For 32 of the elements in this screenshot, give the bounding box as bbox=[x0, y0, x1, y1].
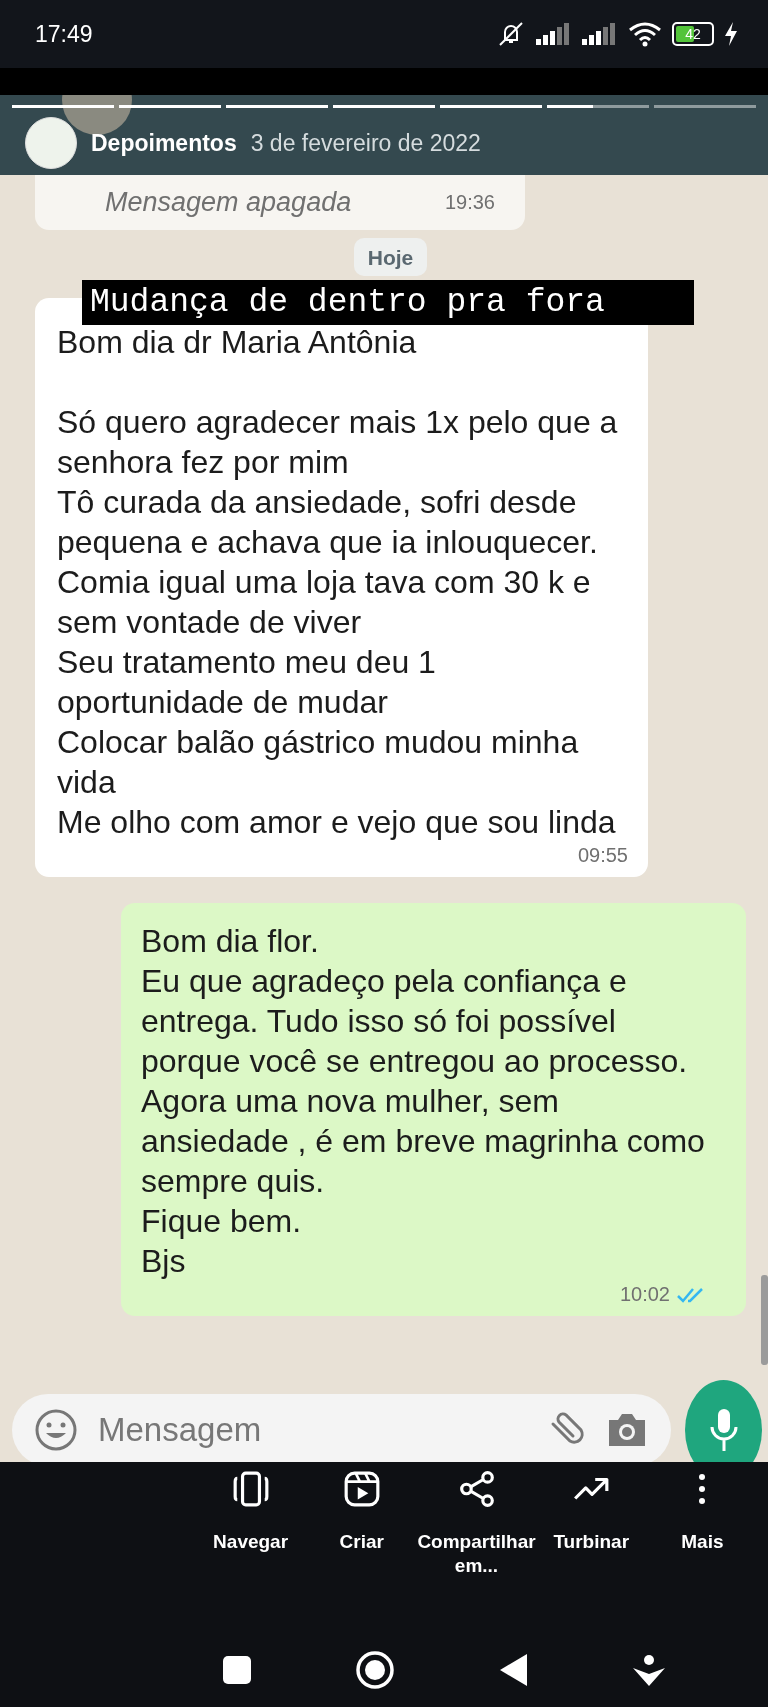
message-field[interactable]: Mensagem bbox=[12, 1394, 671, 1462]
message-text: Bom dia flor. Eu que agradeço pela confiança e entrega. Tudo isso só foi possível porque você se entregou ao processo. Agora uma nova mulher, sem ansiedade , é em breve magrinha como sempre quis. Fique bem. Bjs bbox=[141, 922, 706, 1281]
story-caption: Mudança de dentro pra fora bbox=[82, 280, 694, 325]
date-chip: Hoje bbox=[353, 238, 428, 276]
microphone-icon bbox=[708, 1407, 739, 1453]
message-time: 19:36 bbox=[444, 191, 495, 214]
story-action[interactable]: Compartilhar em... bbox=[417, 1462, 536, 1632]
share-icon bbox=[457, 1470, 496, 1508]
emoji-icon[interactable] bbox=[34, 1408, 78, 1452]
phone-frame-icon bbox=[231, 1470, 270, 1508]
story-action[interactable]: Navegar bbox=[195, 1462, 307, 1632]
story-action[interactable]: Turbinar bbox=[535, 1462, 647, 1632]
story-action[interactable]: Criar bbox=[306, 1462, 418, 1632]
signal-icon bbox=[582, 23, 618, 45]
charging-bolt-icon bbox=[724, 22, 738, 46]
message-text: Bom dia dr Maria Antônia Só quero agradecer mais 1x pelo que a senhora fez por mim Tô curada da ansiedade, sofri desde pequena e achava que ia inlouquecer. Comia igual uma loja tava com 30 k e sem vontade de viver Seu tratamento meu deu 1 oportunidade de mudar Colocar balão gástrico mudou minha vida Me olho com amor e vejo que sou linda bbox=[57, 323, 619, 842]
back-icon[interactable] bbox=[498, 1652, 529, 1687]
account-name[interactable]: Depoimentos bbox=[91, 129, 237, 157]
wifi-icon bbox=[628, 21, 662, 47]
video-clip-icon bbox=[342, 1470, 381, 1508]
message-time: 09:55 bbox=[577, 844, 628, 867]
story-date: 3 de fevereiro de 2022 bbox=[250, 129, 481, 157]
message-input[interactable]: Mensagem bbox=[96, 1410, 525, 1450]
deleted-message-text: Mensagem apagada bbox=[105, 187, 352, 218]
recents-icon[interactable] bbox=[221, 1654, 252, 1685]
message-time: 10:02 bbox=[619, 1283, 670, 1306]
signal-icon bbox=[536, 23, 572, 45]
clock: 17:49 bbox=[35, 20, 94, 48]
microphone-button[interactable] bbox=[685, 1380, 762, 1462]
down-arrow-icon[interactable] bbox=[632, 1652, 667, 1687]
home-icon[interactable] bbox=[355, 1649, 396, 1690]
story-action[interactable]: Mais bbox=[646, 1462, 758, 1632]
